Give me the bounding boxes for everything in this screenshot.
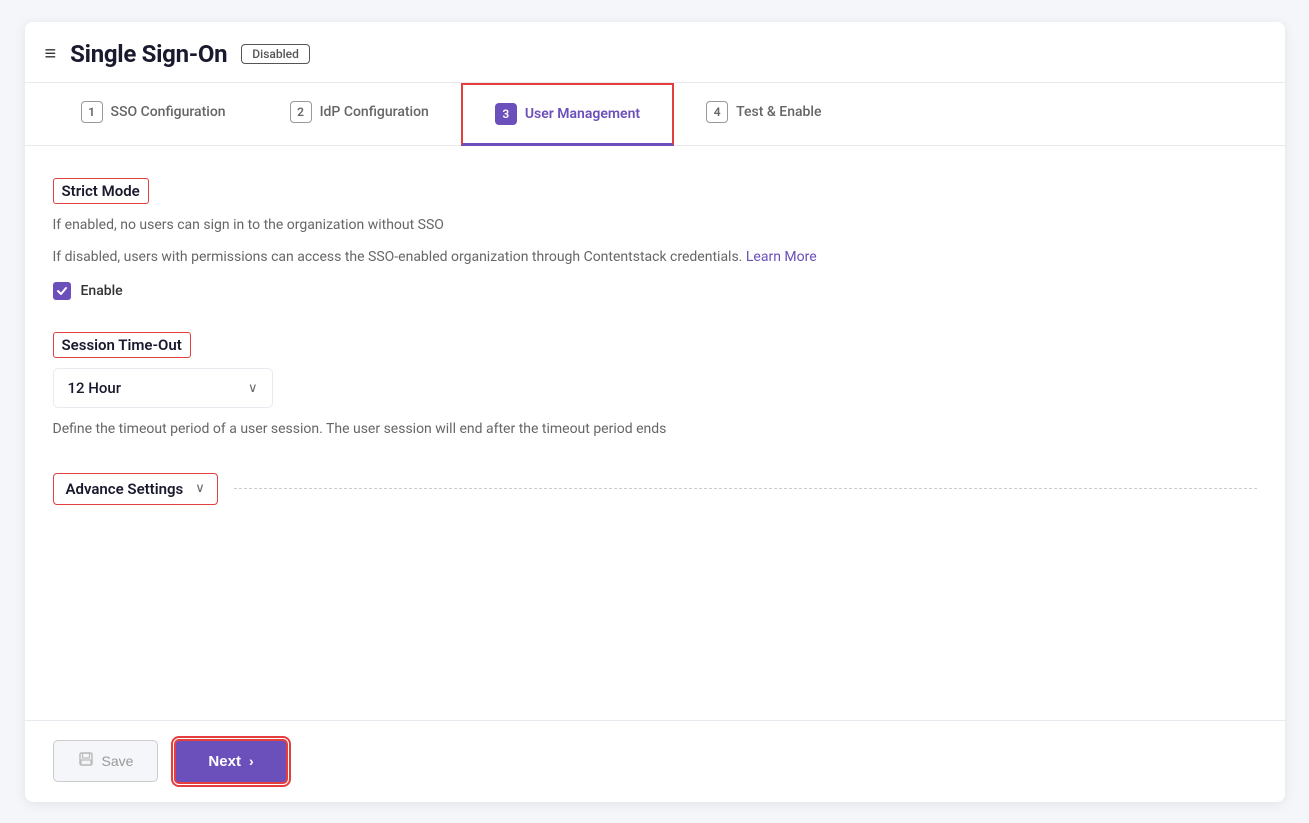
header: ≡ Single Sign-On Disabled xyxy=(25,22,1285,83)
tab-label-test: Test & Enable xyxy=(736,104,821,120)
save-button[interactable]: Save xyxy=(53,740,159,782)
tab-label-idp: IdP Configuration xyxy=(320,104,429,120)
save-label: Save xyxy=(102,753,134,769)
advance-settings-label: Advance Settings xyxy=(66,480,184,498)
footer-bar: Save Next › xyxy=(25,720,1285,802)
session-timeout-title: Session Time-Out xyxy=(53,332,191,358)
session-timeout-desc: Define the timeout period of a user sess… xyxy=(53,418,1257,440)
tab-label-sso: SSO Configuration xyxy=(111,104,226,120)
tab-idp-configuration[interactable]: 2 IdP Configuration xyxy=(258,83,461,144)
advance-divider-line xyxy=(234,488,1257,489)
strict-mode-desc1: If enabled, no users can sign in to the … xyxy=(53,214,1257,236)
session-timeout-dropdown[interactable]: 12 Hour ∨ xyxy=(53,368,273,408)
advance-settings-row: Advance Settings ∨ xyxy=(53,473,1257,505)
session-timeout-section: Session Time-Out 12 Hour ∨ Define the ti… xyxy=(53,332,1257,440)
tab-test-enable[interactable]: 4 Test & Enable xyxy=(674,83,853,144)
app-container: ≡ Single Sign-On Disabled 1 SSO Configur… xyxy=(25,22,1285,802)
next-label: Next xyxy=(208,753,241,770)
tab-label-user-mgmt: User Management xyxy=(525,106,640,122)
enable-label: Enable xyxy=(81,283,123,299)
strict-mode-desc2: If disabled, users with permissions can … xyxy=(53,246,1257,268)
save-icon xyxy=(78,751,94,771)
enable-checkbox-row: Enable xyxy=(53,282,1257,300)
enable-checkbox[interactable] xyxy=(53,282,71,300)
page-title: Single Sign-On xyxy=(70,40,227,68)
tab-number-1: 1 xyxy=(81,101,103,123)
strict-mode-section: Strict Mode If enabled, no users can sig… xyxy=(53,178,1257,301)
next-arrow-icon: › xyxy=(249,753,254,769)
tab-number-4: 4 xyxy=(706,101,728,123)
tab-number-2: 2 xyxy=(290,101,312,123)
advance-settings-chevron-icon: ∨ xyxy=(195,481,205,496)
advance-settings-toggle[interactable]: Advance Settings ∨ xyxy=(53,473,218,505)
next-button[interactable]: Next › xyxy=(174,739,287,784)
learn-more-link[interactable]: Learn More xyxy=(746,249,817,265)
main-content: Strict Mode If enabled, no users can sig… xyxy=(25,146,1285,720)
hamburger-icon[interactable]: ≡ xyxy=(45,41,57,66)
strict-mode-title: Strict Mode xyxy=(53,178,149,204)
status-badge: Disabled xyxy=(241,44,310,64)
chevron-down-icon: ∨ xyxy=(248,381,258,396)
tab-number-3: 3 xyxy=(495,103,517,125)
tab-sso-configuration[interactable]: 1 SSO Configuration xyxy=(49,83,258,144)
tabs-bar: 1 SSO Configuration 2 IdP Configuration … xyxy=(25,83,1285,146)
dropdown-value: 12 Hour xyxy=(68,379,122,397)
tab-user-management[interactable]: 3 User Management xyxy=(461,83,674,146)
